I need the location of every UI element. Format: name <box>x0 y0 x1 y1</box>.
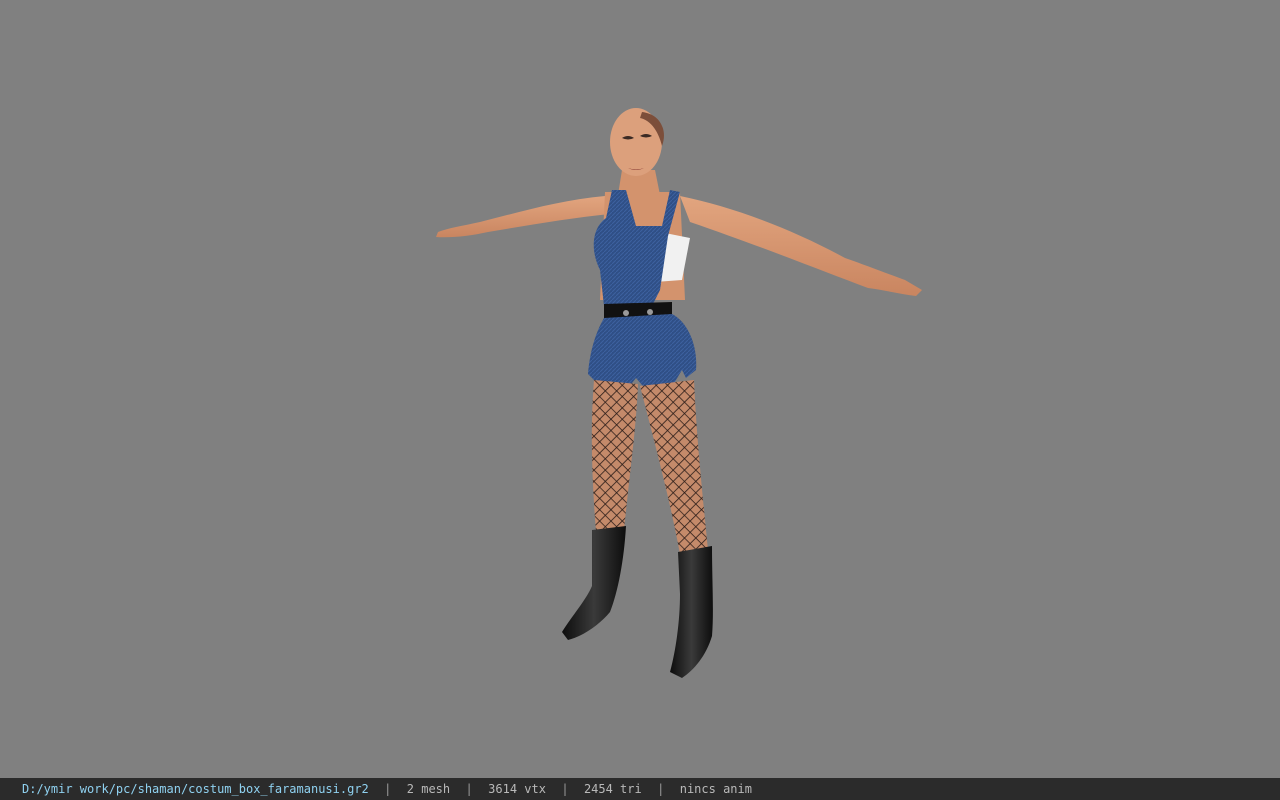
separator: | <box>561 782 569 796</box>
vertex-count: 3614 vtx <box>488 782 546 796</box>
triangle-count: 2454 tri <box>583 782 642 796</box>
3d-viewport[interactable] <box>0 0 1280 778</box>
right-arm <box>680 196 922 296</box>
left-leg <box>591 380 638 532</box>
status-bar: D:/ymir work/pc/shaman/costum_box_farama… <box>0 778 1280 800</box>
separator: | <box>657 782 665 796</box>
right-leg <box>640 380 708 554</box>
character-model <box>436 108 922 678</box>
file-path: D:/ymir work/pc/shaman/costum_box_farama… <box>22 782 369 796</box>
animation-status: nincs anim <box>679 782 752 796</box>
separator: | <box>465 782 473 796</box>
mesh-count: 2 mesh <box>406 782 451 796</box>
denim-shorts <box>588 314 697 392</box>
right-boot <box>670 546 713 678</box>
left-arm <box>436 196 610 238</box>
left-boot <box>562 526 626 640</box>
separator: | <box>384 782 392 796</box>
